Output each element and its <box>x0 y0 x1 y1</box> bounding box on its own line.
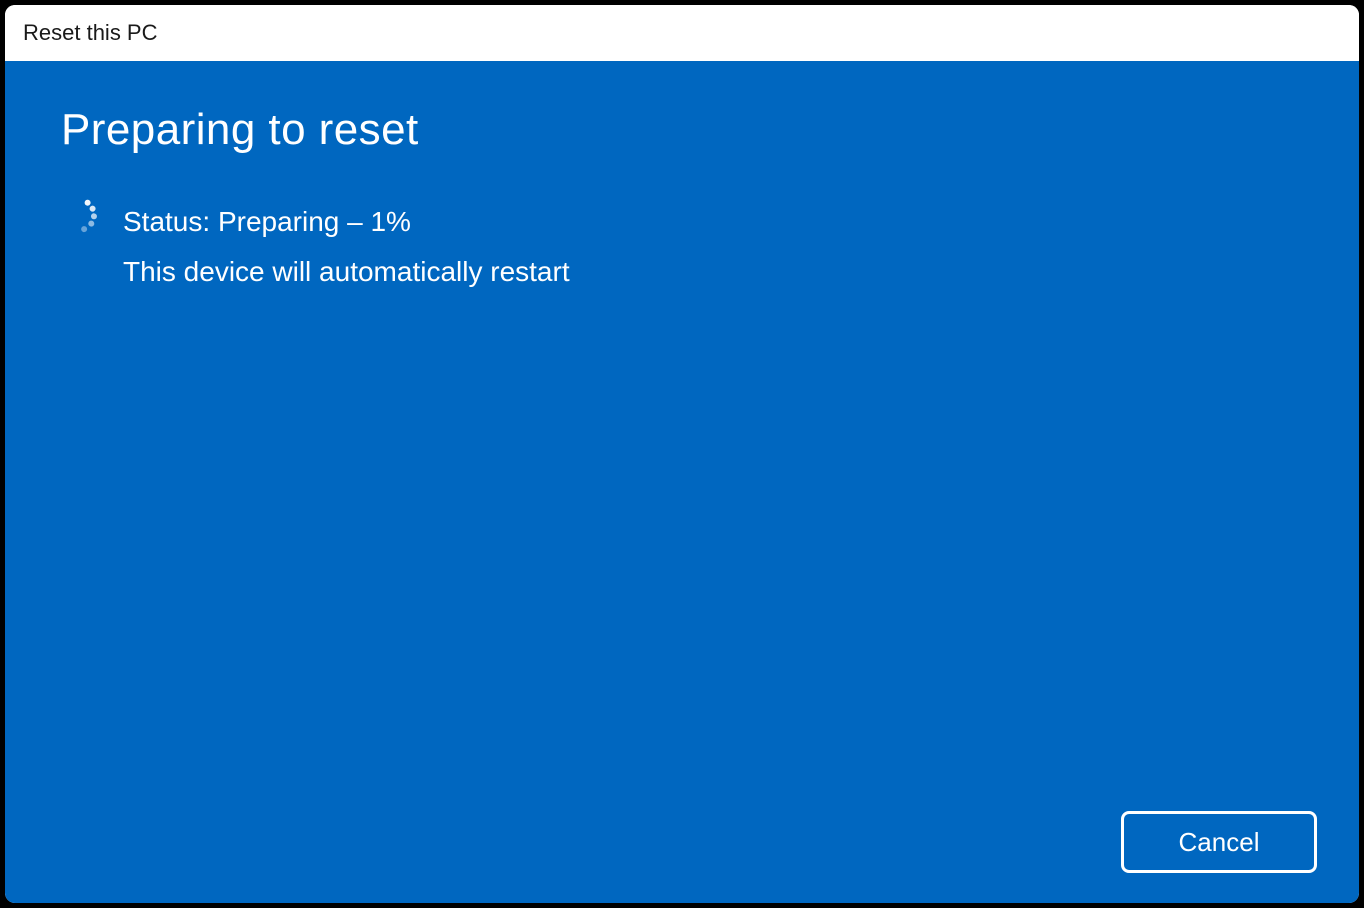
status-line: Status: Preparing – 1% <box>123 197 570 247</box>
dialog-footer: Cancel <box>1121 811 1317 873</box>
restart-notice: This device will automatically restart <box>123 247 570 297</box>
page-heading: Preparing to reset <box>61 105 1303 155</box>
reset-pc-dialog: Reset this PC Preparing to reset Status:… <box>5 5 1359 903</box>
cancel-button[interactable]: Cancel <box>1121 811 1317 873</box>
dialog-titlebar: Reset this PC <box>5 5 1359 61</box>
progress-spinner-icon <box>61 197 97 233</box>
status-row: Status: Preparing – 1% This device will … <box>61 197 1303 298</box>
dialog-content: Preparing to reset Status: Preparing – 1… <box>5 61 1359 903</box>
status-text-block: Status: Preparing – 1% This device will … <box>123 197 570 298</box>
dialog-title: Reset this PC <box>23 20 158 46</box>
